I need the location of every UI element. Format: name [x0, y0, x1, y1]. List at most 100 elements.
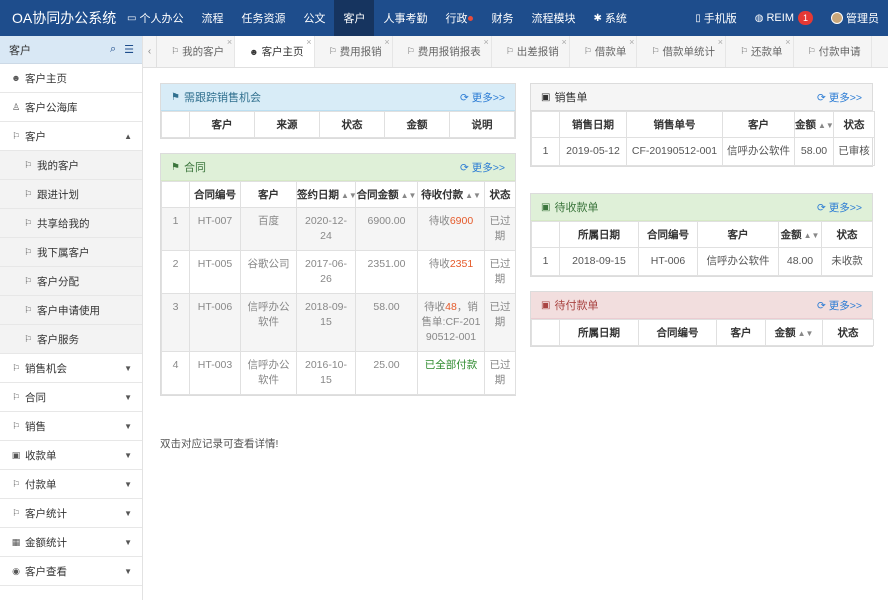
search-icon[interactable]: ⌕ — [110, 43, 116, 56]
column-header[interactable]: 所属日期 — [559, 221, 639, 248]
column-header[interactable]: 所属日期 — [559, 319, 639, 346]
sidebar-item-customer-home[interactable]: ☻ 客户主页 — [0, 64, 142, 93]
tab-repayment[interactable]: ⚐ 还款单 × — [726, 36, 794, 67]
column-header[interactable]: 签约日期 ▲▼ — [296, 181, 357, 208]
more-link[interactable]: ⟳ 更多>> — [817, 298, 862, 313]
nav-admin[interactable]: 行政 — [436, 0, 482, 36]
more-link[interactable]: ⟳ 更多>> — [817, 200, 862, 215]
tab-expense-reimbursement[interactable]: ⚐ 费用报销 × — [315, 36, 393, 67]
tab-payment-request[interactable]: ⚐ 付款申请 — [794, 36, 872, 67]
money-icon: ▣ — [11, 449, 21, 460]
close-icon[interactable]: × — [718, 37, 723, 47]
sidebar-item-my-customers[interactable]: ⚐ 我的客户 — [0, 151, 142, 180]
reim-link[interactable]: ◍ REIM 1 — [746, 0, 822, 36]
sidebar-item-customer-pool[interactable]: ♙ 客户公海库 — [0, 93, 142, 122]
column-header[interactable]: 合同编号 — [638, 221, 698, 248]
tab-loan-stats[interactable]: ⚐ 借款单统计 × — [637, 36, 726, 67]
nav-customer[interactable]: 客户 — [334, 0, 375, 36]
nav-system[interactable]: ✱ 系统 — [584, 0, 635, 36]
table-row[interactable]: 4 HT-003 信呼办公软件 2016-10-15 25.00 已全部付款 已… — [161, 351, 516, 395]
column-header[interactable]: 客户 — [189, 111, 255, 138]
column-header[interactable]: 金额 ▲▼ — [765, 319, 823, 346]
column-header[interactable]: 金额 ▲▼ — [794, 111, 834, 138]
column-header[interactable]: 销售单号 — [626, 111, 723, 138]
close-icon[interactable]: × — [306, 37, 311, 47]
sidebar-item-customer[interactable]: ⚐ 客户 ▲ — [0, 122, 142, 151]
sidebar-item-customer-stats[interactable]: ⚐ 客户统计 ▼ — [0, 499, 142, 528]
sidebar-item-sales[interactable]: ⚐ 销售 ▼ — [0, 412, 142, 441]
close-icon[interactable]: × — [483, 37, 488, 47]
more-link[interactable]: ⟳ 更多>> — [460, 160, 505, 175]
column-header[interactable]: 状态 — [822, 319, 874, 346]
table-row[interactable]: 2 HT-005 谷歌公司 2017-06-26 2351.00 待收2351 … — [161, 250, 516, 294]
tab-my-customers[interactable]: ⚐ 我的客户 × — [157, 36, 236, 67]
column-header[interactable]: 来源 — [254, 111, 320, 138]
sidebar-item-customer-service[interactable]: ⚐ 客户服务 — [0, 325, 142, 354]
nav-personal-office[interactable]: ▭ 个人办公 — [118, 0, 192, 36]
sidebar-item-shared-to-me[interactable]: ⚐ 共享给我的 — [0, 209, 142, 238]
close-icon[interactable]: × — [785, 37, 790, 47]
nav-workflow[interactable]: 流程 — [192, 0, 232, 36]
column-header[interactable]: 状态 — [319, 111, 385, 138]
sidebar-item-customer-view[interactable]: ◉ 客户查看 ▼ — [0, 557, 142, 586]
nav-workflow-modules[interactable]: 流程模块 — [522, 0, 584, 36]
sidebar-item-sales-opportunity[interactable]: ⚐ 销售机会 ▼ — [0, 354, 142, 383]
tab-customer-home[interactable]: ☻ 客户主页 × — [235, 36, 315, 67]
column-header[interactable]: 状态 — [833, 111, 875, 138]
table-row[interactable]: 3 HT-006 信呼办公软件 2018-09-15 58.00 待收48，销售… — [161, 293, 516, 352]
user-menu[interactable]: 管理员 — [822, 0, 888, 36]
close-icon[interactable]: × — [629, 37, 634, 47]
column-header[interactable]: 说明 — [449, 111, 515, 138]
sidebar-item-follow-plan[interactable]: ⚐ 跟进计划 — [0, 180, 142, 209]
mobile-version-link[interactable]: ▯ 手机版 — [686, 0, 746, 36]
nav-finance[interactable]: 财务 — [482, 0, 522, 36]
table-row[interactable]: 1 2018-09-15 HT-006 信呼办公软件 48.00 未收款 — [531, 247, 873, 276]
money-icon: ▣ — [541, 299, 551, 311]
column-header[interactable]: 客户 — [697, 221, 779, 248]
tab-expense-report[interactable]: ⚐ 费用报销报表 × — [393, 36, 492, 67]
nav-task-resources[interactable]: 任务资源 — [232, 0, 294, 36]
nav-documents[interactable]: 公文 — [294, 0, 334, 36]
column-header[interactable]: 合同金额 ▲▼ — [355, 181, 418, 208]
column-header[interactable]: 金额 — [384, 111, 450, 138]
sidebar-item-subordinate-customers[interactable]: ⚐ 我下属客户 — [0, 238, 142, 267]
column-header[interactable]: 待收付款 ▲▼ — [417, 181, 485, 208]
sort-icon: ▲▼ — [797, 329, 814, 338]
sidebar: 客户 ⌕ ☰ ☻ 客户主页 ♙ 客户公海库 ⚐ 客户 ▲ ⚐ 我的客户 ⚐ 跟进计划 ⚐ 共享… — [0, 36, 143, 600]
column-header[interactable]: 客户 — [240, 181, 297, 208]
bookmark-icon: ⚐ — [505, 46, 514, 56]
nav-right: ▯ 手机版 ◍ REIM 1 管理员 — [686, 0, 888, 36]
payable-panel-header: ▣ 待付款单 ⟳ 更多>> — [531, 292, 872, 319]
column-header[interactable]: 状态 — [484, 181, 516, 208]
notification-dot-icon — [468, 15, 474, 21]
sidebar-item-amount-stats[interactable]: ▦ 金额统计 ▼ — [0, 528, 142, 557]
column-header[interactable]: 状态 — [821, 221, 873, 248]
close-icon[interactable]: × — [227, 37, 232, 47]
column-header[interactable]: 客户 — [722, 111, 795, 138]
close-icon[interactable]: × — [562, 37, 567, 47]
app-title[interactable]: OA协同办公系统 — [0, 0, 118, 36]
column-header[interactable]: 销售日期 — [559, 111, 627, 138]
column-header[interactable]: 合同编号 — [189, 181, 241, 208]
tab-scroll-left-icon[interactable]: ‹ — [143, 36, 157, 67]
more-link[interactable]: ⟳ 更多>> — [817, 90, 862, 105]
tab-travel-reimbursement[interactable]: ⚐ 出差报销 × — [492, 36, 570, 67]
sidebar-item-payment[interactable]: ⚐ 付款单 ▼ — [0, 470, 142, 499]
menu-icon[interactable]: ☰ — [124, 43, 134, 56]
bookmark-icon: ⚐ — [11, 420, 21, 431]
nav-hr-attendance[interactable]: 人事考勤 — [374, 0, 436, 36]
sidebar-item-customer-assign[interactable]: ⚐ 客户分配 — [0, 267, 142, 296]
table-row[interactable]: 1 2019-05-12 CF-20190512-001 信呼办公软件 58.0… — [531, 137, 875, 166]
tab-loan[interactable]: ⚐ 借款单 × — [570, 36, 638, 67]
column-header[interactable]: 客户 — [716, 319, 766, 346]
column-header[interactable]: 金额 ▲▼ — [778, 221, 822, 248]
sidebar-item-contract[interactable]: ⚐ 合同 ▼ — [0, 383, 142, 412]
column-header[interactable]: 合同编号 — [638, 319, 717, 346]
bookmark-icon: ⚐ — [23, 304, 33, 315]
close-icon[interactable]: × — [384, 37, 389, 47]
table-row[interactable]: 1 HT-007 百度 2020-12-24 6900.00 待收6900 已过… — [161, 207, 516, 251]
sidebar-item-customer-apply[interactable]: ⚐ 客户申请使用 — [0, 296, 142, 325]
opportunity-panel: ⚑ 需跟踪销售机会 ⟳ 更多>> 客户 来源 状态 金额 说明 — [160, 83, 516, 139]
sidebar-item-receipt[interactable]: ▣ 收款单 ▼ — [0, 441, 142, 470]
more-link[interactable]: ⟳ 更多>> — [460, 90, 505, 105]
